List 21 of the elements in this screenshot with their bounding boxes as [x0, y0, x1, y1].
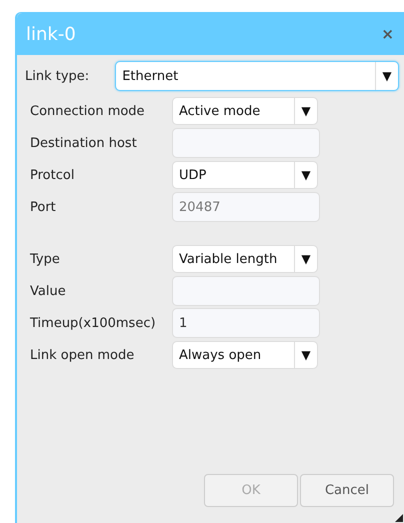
link-type-select[interactable]: Ethernet ▼ [115, 61, 399, 91]
dialog-title: link-0 [26, 24, 76, 44]
close-button[interactable]: × [381, 25, 394, 43]
resize-grip-icon[interactable] [395, 514, 403, 522]
field-label: Link type: [25, 68, 90, 84]
cancel-button[interactable]: Cancel [300, 474, 394, 507]
input-field[interactable]: 1 [172, 308, 320, 338]
field-label: Value [29, 284, 67, 298]
input-field[interactable] [172, 128, 320, 158]
field-label: Destination host [29, 136, 138, 150]
field-label: Connection mode [29, 104, 146, 118]
field-label: Link open mode [29, 348, 136, 362]
dropdown-select[interactable]: Always open ▼ [172, 341, 318, 369]
field-label: Type [29, 252, 61, 266]
dropdown-select[interactable]: Active mode ▼ [172, 97, 318, 125]
dropdown-select[interactable]: UDP ▼ [172, 161, 318, 189]
field-label: Port [29, 200, 57, 214]
field-label: Protcol [29, 168, 76, 182]
input-field[interactable] [172, 276, 320, 306]
field-label: Timeup(x100msec) [29, 316, 157, 330]
dropdown-select[interactable]: Variable length ▼ [172, 245, 318, 273]
